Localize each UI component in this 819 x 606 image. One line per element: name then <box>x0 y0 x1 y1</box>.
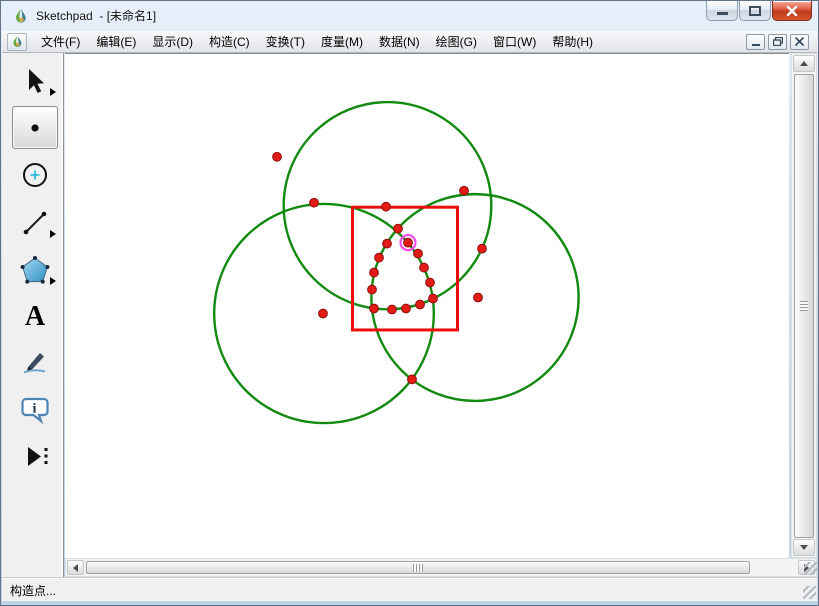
construction-point[interactable] <box>420 263 429 272</box>
construction-point[interactable] <box>370 304 379 313</box>
maximize-icon <box>749 6 761 16</box>
construction-point[interactable] <box>394 224 403 233</box>
svg-text:i: i <box>33 401 37 416</box>
arrow-cursor-icon <box>20 66 50 96</box>
mdi-minimize-button[interactable] <box>746 34 765 50</box>
construction-point[interactable] <box>383 239 392 248</box>
construction-point[interactable] <box>310 198 319 207</box>
mdi-close-button[interactable] <box>790 34 809 50</box>
construction-point[interactable] <box>319 309 328 318</box>
construction-point[interactable] <box>382 202 391 211</box>
menu-bar: 文件(F)编辑(E)显示(D)构造(C)变换(T)度量(M)数据(N)绘图(G)… <box>2 31 817 53</box>
construction-point[interactable] <box>375 253 384 262</box>
title-bar[interactable]: Sketchpad - [未命名1] <box>2 1 817 31</box>
submenu-arrow-icon <box>50 88 56 96</box>
construction-point[interactable] <box>474 293 483 302</box>
construction-point[interactable] <box>370 268 379 277</box>
menu-item-display[interactable]: 显示(D) <box>144 30 201 53</box>
scroll-left-icon <box>73 564 78 572</box>
mdi-restore-button[interactable] <box>768 34 787 50</box>
svg-text:A: A <box>25 301 46 332</box>
document-menu-button[interactable] <box>7 33 27 51</box>
menu-item-transform[interactable]: 变换(T) <box>258 30 313 53</box>
construction-point[interactable] <box>408 375 417 384</box>
tool-point[interactable] <box>12 106 58 149</box>
polygon-icon <box>19 254 51 286</box>
horizontal-scrollbar-thumb[interactable] <box>86 561 750 574</box>
circle-icon <box>20 160 50 190</box>
menu-item-measure[interactable]: 度量(M) <box>313 30 371 53</box>
tool-text[interactable]: A <box>12 294 58 337</box>
construction-point[interactable] <box>426 278 435 287</box>
tool-selection-arrow[interactable] <box>12 59 58 102</box>
minimize-icon <box>717 12 728 15</box>
document-logo-icon <box>11 35 24 48</box>
menu-items: 文件(F)编辑(E)显示(D)构造(C)变换(T)度量(M)数据(N)绘图(G)… <box>33 31 601 52</box>
close-button[interactable] <box>772 1 812 21</box>
maximize-button[interactable] <box>739 1 771 21</box>
resize-grip-icon[interactable] <box>803 586 816 599</box>
scroll-down-icon <box>800 545 808 550</box>
menu-item-file[interactable]: 文件(F) <box>33 30 88 53</box>
status-text: 构造点... <box>10 582 56 599</box>
drawing-canvas[interactable] <box>65 53 789 558</box>
tool-polygon[interactable] <box>12 248 58 291</box>
scroll-down-button[interactable] <box>793 539 815 556</box>
menu-item-data[interactable]: 数据(N) <box>371 30 428 53</box>
scrollbar-grip-icon <box>413 564 423 572</box>
mdi-buttons <box>746 34 809 50</box>
caption-buttons <box>705 1 812 21</box>
menu-item-construct[interactable]: 构造(C) <box>201 30 258 53</box>
submenu-arrow-icon <box>50 230 56 238</box>
segment-icon <box>20 208 50 238</box>
construction-point[interactable] <box>429 294 438 303</box>
tool-information[interactable]: i <box>12 388 58 431</box>
construction-point[interactable] <box>416 300 425 309</box>
scroll-up-icon <box>800 61 808 66</box>
status-bar: 构造点... <box>2 578 817 601</box>
info-bubble-icon: i <box>19 395 51 425</box>
point-icon <box>20 113 50 143</box>
marker-pen-icon <box>20 346 50 376</box>
minimize-button[interactable] <box>706 1 738 21</box>
submenu-arrow-icon <box>50 277 56 285</box>
app-logo-icon <box>13 8 29 24</box>
scrollbar-grip-icon <box>800 301 808 311</box>
mdi-minimize-icon <box>752 44 760 46</box>
tool-custom[interactable] <box>12 434 58 477</box>
horizontal-scrollbar[interactable] <box>65 558 817 577</box>
menu-item-window[interactable]: 窗口(W) <box>485 30 544 53</box>
app-window: Sketchpad - [未命名1] <box>0 0 819 606</box>
menu-item-graph[interactable]: 绘图(G) <box>428 30 485 53</box>
scroll-up-button[interactable] <box>793 55 815 72</box>
construction-point[interactable] <box>368 285 377 294</box>
menu-item-help[interactable]: 帮助(H) <box>544 30 601 53</box>
construction-point[interactable] <box>402 304 411 313</box>
construction-point[interactable] <box>478 244 487 253</box>
custom-tool-icon <box>20 441 50 471</box>
canvas-svg <box>65 54 789 558</box>
mdi-restore-icon <box>773 37 783 46</box>
vertical-scrollbar-thumb[interactable] <box>794 74 814 538</box>
tool-segment[interactable] <box>12 201 58 244</box>
menu-item-edit[interactable]: 编辑(E) <box>88 30 144 53</box>
mdi-close-icon <box>795 37 804 46</box>
tool-circle[interactable] <box>12 153 58 196</box>
construction-point[interactable] <box>460 186 469 195</box>
construction-point[interactable] <box>273 152 282 161</box>
construction-point[interactable] <box>388 305 397 314</box>
resize-grip-icon[interactable] <box>804 562 817 575</box>
scroll-left-button[interactable] <box>67 560 84 575</box>
close-icon <box>786 6 798 16</box>
construction-point[interactable] <box>414 249 423 258</box>
text-a-icon: A <box>19 299 51 333</box>
window-title: Sketchpad - [未命名1] <box>36 1 156 31</box>
tool-palette: A i <box>2 53 64 577</box>
vertical-scrollbar[interactable] <box>791 53 817 558</box>
construction-point[interactable] <box>404 238 413 247</box>
tool-marker[interactable] <box>12 339 58 382</box>
